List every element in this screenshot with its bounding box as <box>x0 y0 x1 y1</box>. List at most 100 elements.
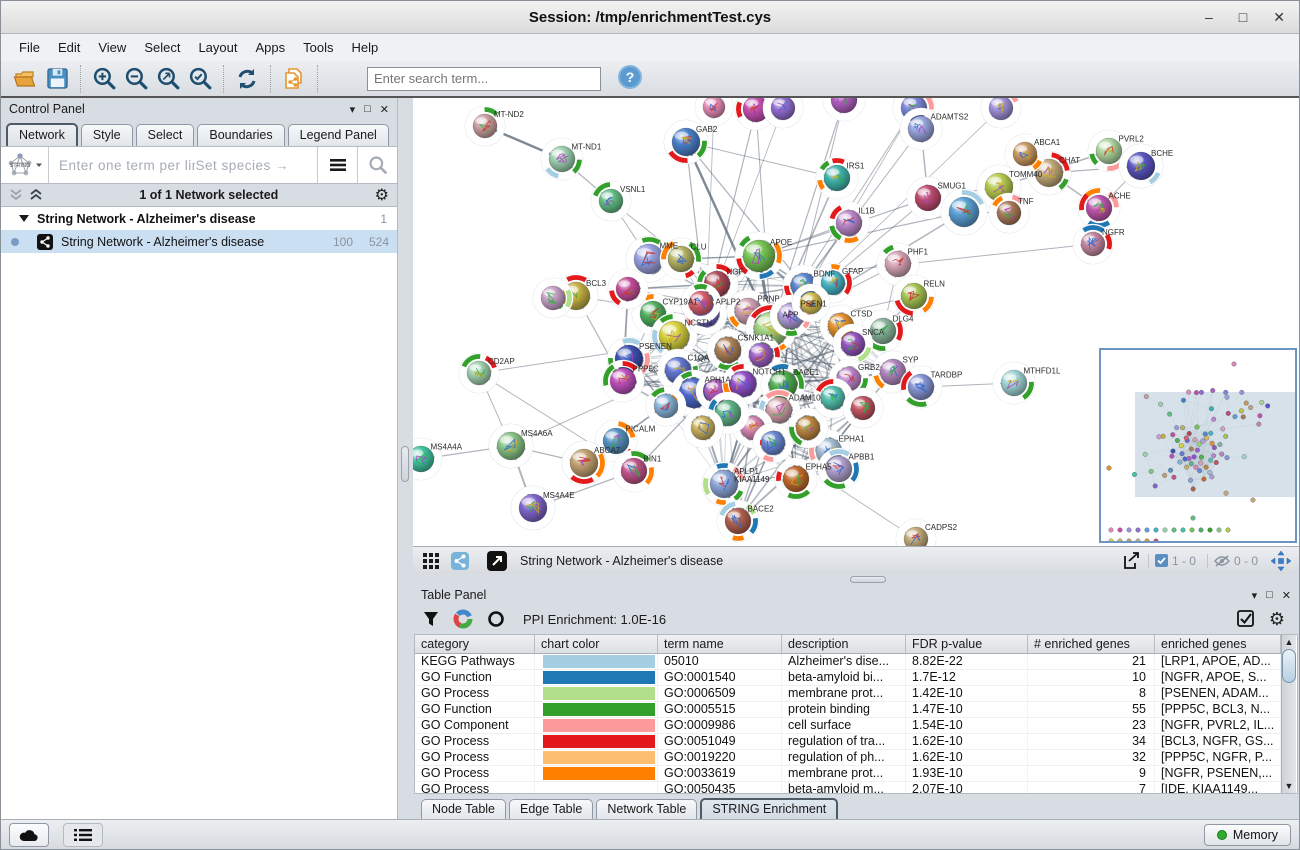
task-list-button[interactable] <box>63 823 103 847</box>
zoom-out-button[interactable] <box>120 64 152 94</box>
table-row[interactable]: GO FunctionGO:0001540beta-amyloid bi...1… <box>415 670 1281 686</box>
open-in-window-button[interactable] <box>485 550 509 572</box>
table-row[interactable]: GO ProcessGO:0050435beta-amyloid m...2.0… <box>415 782 1281 793</box>
menu-apps[interactable]: Apps <box>248 36 294 59</box>
select-terms-checkbox-icon[interactable] <box>1237 610 1255 628</box>
export-network-button[interactable] <box>1119 550 1143 572</box>
scroll-up-arrow[interactable]: ▲ <box>1284 637 1294 647</box>
zoom-selected-button[interactable] <box>184 64 216 94</box>
tree-expander-icon[interactable] <box>19 214 29 223</box>
menu-tools[interactable]: Tools <box>295 36 341 59</box>
column-header-description[interactable]: description <box>782 635 906 653</box>
filter-funnel-icon[interactable] <box>423 611 439 627</box>
protein-node[interactable] <box>608 269 648 309</box>
menu-file[interactable]: File <box>11 36 48 59</box>
string-search-button[interactable] <box>357 147 397 183</box>
zoom-fit-icon <box>156 66 181 91</box>
protein-node[interactable] <box>753 423 793 463</box>
column-header--enriched-genes[interactable]: # enriched genes <box>1028 635 1155 653</box>
expand-all-icon[interactable] <box>29 189 43 201</box>
tab-style[interactable]: Style <box>81 124 133 146</box>
tab-network[interactable]: Network <box>6 123 78 146</box>
table-row[interactable]: GO ProcessGO:0019220regulation of ph...1… <box>415 750 1281 766</box>
panel-float-button[interactable]: □ <box>1266 589 1273 601</box>
column-header-enriched-genes[interactable]: enriched genes <box>1155 635 1281 653</box>
table-settings-gear-icon[interactable]: ⚙ <box>1269 609 1285 630</box>
network-collection-row[interactable]: String Network - Alzheimer's disease 1 <box>1 207 397 230</box>
network-row-selected[interactable]: String Network - Alzheimer's disease 100… <box>1 230 397 253</box>
panel-float-button[interactable]: □ <box>364 103 371 115</box>
scrollbar-thumb[interactable] <box>1282 649 1296 683</box>
splitter-grip[interactable] <box>401 446 409 482</box>
string-options-button[interactable] <box>317 147 357 183</box>
cell-category: GO Process <box>415 734 535 749</box>
column-header-chart-color[interactable]: chart color <box>535 635 658 653</box>
grid-view-button[interactable] <box>419 550 443 572</box>
help-button[interactable]: ? <box>617 64 643 93</box>
protein-node[interactable] <box>843 388 883 428</box>
string-protein-query-selector[interactable]: STRING <box>1 147 49 183</box>
close-button[interactable]: ✕ <box>1273 9 1285 26</box>
memory-button[interactable]: Memory <box>1204 824 1291 846</box>
tab-edge-table[interactable]: Edge Table <box>509 799 593 819</box>
pan-tool-button[interactable] <box>1269 550 1293 572</box>
table-scrollbar[interactable]: ▲ ▼ <box>1281 635 1296 793</box>
zoom-in-button[interactable] <box>88 64 120 94</box>
refresh-button[interactable] <box>231 64 263 94</box>
tab-boundaries[interactable]: Boundaries <box>197 124 284 146</box>
menu-help[interactable]: Help <box>344 36 387 59</box>
protein-node[interactable] <box>533 278 573 318</box>
horizontal-splitter[interactable] <box>413 574 1299 586</box>
column-header-category[interactable]: category <box>415 635 535 653</box>
column-header-fdr-p-value[interactable]: FDR p-value <box>906 635 1028 653</box>
string-term-input[interactable] <box>49 158 195 173</box>
scroll-down-arrow[interactable]: ▼ <box>1284 781 1294 791</box>
protein-node[interactable] <box>981 98 1021 128</box>
panel-close-button[interactable]: ✕ <box>380 103 389 116</box>
table-row[interactable]: GO FunctionGO:0005515protein binding1.47… <box>415 702 1281 718</box>
protein-node[interactable] <box>683 408 723 448</box>
network-options-gear-icon[interactable]: ⚙ <box>375 185 389 205</box>
network-canvas[interactable]: MT-ND2MT-ND1VSNL1GAB2ADAMTS2PVRL2TOMM40S… <box>413 98 1299 546</box>
tab-legend-panel[interactable]: Legend Panel <box>288 124 389 146</box>
navigator-node <box>1204 465 1209 470</box>
cloud-tasks-button[interactable] <box>9 823 49 847</box>
birdseye-navigator[interactable] <box>1099 348 1297 543</box>
protein-node[interactable] <box>646 386 686 426</box>
maximize-button[interactable]: □ <box>1239 9 1247 26</box>
zoom-fit-button[interactable] <box>152 64 184 94</box>
menu-select[interactable]: Select <box>136 36 188 59</box>
share-view-button[interactable] <box>448 550 472 572</box>
search-input[interactable] <box>367 67 601 91</box>
collapse-all-icon[interactable] <box>9 189 23 201</box>
protein-node[interactable] <box>695 98 733 126</box>
menu-edit[interactable]: Edit <box>50 36 88 59</box>
protein-node[interactable] <box>823 98 865 121</box>
table-row[interactable]: GO ProcessGO:0006509membrane prot...1.42… <box>415 686 1281 702</box>
table-row[interactable]: GO ComponentGO:0009986cell surface1.54E-… <box>415 718 1281 734</box>
navigator-viewport[interactable] <box>1135 392 1295 497</box>
panel-close-button[interactable]: ✕ <box>1282 589 1291 602</box>
vertical-splitter[interactable] <box>398 98 413 819</box>
menu-view[interactable]: View <box>90 36 134 59</box>
table-row[interactable]: GO ProcessGO:0051049regulation of tra...… <box>415 734 1281 750</box>
ring-chart-icon[interactable] <box>487 610 505 628</box>
column-header-term-name[interactable]: term name <box>658 635 782 653</box>
tab-select[interactable]: Select <box>136 124 195 146</box>
open-file-button[interactable] <box>9 64 41 94</box>
tab-node-table[interactable]: Node Table <box>421 799 506 819</box>
panel-collapse-button[interactable]: ▾ <box>1252 589 1258 602</box>
table-row[interactable]: GO ProcessGO:0033619membrane prot...1.93… <box>415 766 1281 782</box>
enrichment-chart-icon[interactable] <box>453 609 473 629</box>
set-species-label[interactable]: Set species → <box>195 158 317 173</box>
splitter-grip[interactable] <box>850 576 886 583</box>
protein-node[interactable] <box>941 189 987 235</box>
menu-layout[interactable]: Layout <box>190 36 245 59</box>
import-network-button[interactable] <box>278 64 310 94</box>
table-row[interactable]: KEGG Pathways05010Alzheimer's dise...8.8… <box>415 654 1281 670</box>
save-session-button[interactable] <box>41 64 73 94</box>
panel-collapse-button[interactable]: ▾ <box>350 103 356 116</box>
minimize-button[interactable]: – <box>1205 9 1213 26</box>
tab-string-enrichment[interactable]: STRING Enrichment <box>700 798 838 819</box>
tab-network-table[interactable]: Network Table <box>596 799 697 819</box>
